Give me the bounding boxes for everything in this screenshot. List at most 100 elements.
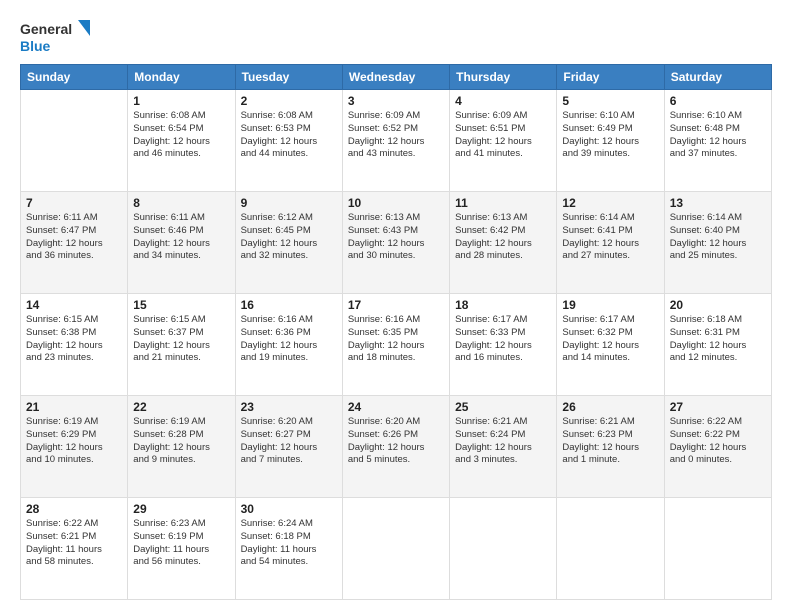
day-number: 20 xyxy=(670,298,766,312)
day-number: 30 xyxy=(241,502,337,516)
calendar-week-row: 28 Sunrise: 6:22 AM Sunset: 6:21 PM Dayli… xyxy=(21,498,772,600)
day-info: Sunrise: 6:15 AM Sunset: 6:38 PM Dayligh… xyxy=(26,314,122,365)
calendar-cell: 26Sunrise: 6:21 AM Sunset: 6:23 PM Dayli… xyxy=(557,396,664,498)
day-info: Sunrise: 6:13 AM Sunset: 6:42 PM Dayligh… xyxy=(455,212,551,263)
day-number: 3 xyxy=(348,94,444,108)
day-number: 22 xyxy=(133,400,229,414)
calendar-cell: 16 Sunrise: 6:16 AM Sunset: 6:36 PM Dayli… xyxy=(235,294,342,396)
day-number: 17 xyxy=(348,298,444,312)
svg-text:General: General xyxy=(20,21,72,37)
day-info: Sunrise: 6:14 AM Sunset: 6:41 PM Dayligh… xyxy=(562,212,658,263)
day-number: 28 xyxy=(26,502,122,516)
calendar-cell xyxy=(342,498,449,600)
day-info: Sunrise: 6:16 AM Sunset: 6:36 PM Dayligh… xyxy=(241,314,337,365)
calendar-week-row: 21 Sunrise: 6:19 AM Sunset: 6:29 PM Dayli… xyxy=(21,396,772,498)
page: General Blue SundayMondayTuesdayWednesda… xyxy=(0,0,792,612)
calendar-cell: 7Sunrise: 6:11 AM Sunset: 6:47 PM Daylig… xyxy=(21,192,128,294)
calendar-cell: 27 Sunrise: 6:22 AM Sunset: 6:22 PM Dayli… xyxy=(664,396,771,498)
weekday-header-saturday: Saturday xyxy=(664,65,771,90)
day-info: Sunrise: 6:16 AM Sunset: 6:35 PM Dayligh… xyxy=(348,314,444,365)
day-info: Sunrise: 6:13 AM Sunset: 6:43 PM Dayligh… xyxy=(348,212,444,263)
day-number: 19 xyxy=(562,298,658,312)
weekday-header-wednesday: Wednesday xyxy=(342,65,449,90)
calendar-week-row: 14 Sunrise: 6:15 AM Sunset: 6:38 PM Dayli… xyxy=(21,294,772,396)
day-info: Sunrise: 6:09 AM Sunset: 6:52 PM Dayligh… xyxy=(348,110,444,161)
day-number: 24 xyxy=(348,400,444,414)
calendar-cell: 5 Sunrise: 6:10 AM Sunset: 6:49 PM Daylig… xyxy=(557,90,664,192)
day-info: Sunrise: 6:22 AM Sunset: 6:21 PM Dayligh… xyxy=(26,518,122,569)
header: General Blue xyxy=(20,16,772,56)
calendar-cell: 6 Sunrise: 6:10 AM Sunset: 6:48 PM Daylig… xyxy=(664,90,771,192)
calendar-cell: 1Sunrise: 6:08 AM Sunset: 6:54 PM Daylig… xyxy=(128,90,235,192)
day-number: 16 xyxy=(241,298,337,312)
calendar-cell: 21 Sunrise: 6:19 AM Sunset: 6:29 PM Dayli… xyxy=(21,396,128,498)
day-info: Sunrise: 6:20 AM Sunset: 6:27 PM Dayligh… xyxy=(241,416,337,467)
calendar-cell: 30 Sunrise: 6:24 AM Sunset: 6:18 PM Dayli… xyxy=(235,498,342,600)
calendar-cell: 13 Sunrise: 6:14 AM Sunset: 6:40 PM Dayli… xyxy=(664,192,771,294)
day-number: 25 xyxy=(455,400,551,414)
day-info: Sunrise: 6:19 AM Sunset: 6:28 PM Dayligh… xyxy=(133,416,229,467)
day-number: 9 xyxy=(241,196,337,210)
calendar-cell: 20 Sunrise: 6:18 AM Sunset: 6:31 PM Dayli… xyxy=(664,294,771,396)
calendar-cell: 15 Sunrise: 6:15 AM Sunset: 6:37 PM Dayli… xyxy=(128,294,235,396)
day-number: 18 xyxy=(455,298,551,312)
day-info: Sunrise: 6:10 AM Sunset: 6:48 PM Dayligh… xyxy=(670,110,766,161)
calendar-week-row: 1Sunrise: 6:08 AM Sunset: 6:54 PM Daylig… xyxy=(21,90,772,192)
day-info: Sunrise: 6:21 AM Sunset: 6:24 PM Dayligh… xyxy=(455,416,551,467)
day-info: Sunrise: 6:14 AM Sunset: 6:40 PM Dayligh… xyxy=(670,212,766,263)
day-number: 21 xyxy=(26,400,122,414)
weekday-header-thursday: Thursday xyxy=(450,65,557,90)
day-number: 23 xyxy=(241,400,337,414)
calendar-cell xyxy=(450,498,557,600)
calendar-cell: 22 Sunrise: 6:19 AM Sunset: 6:28 PM Dayli… xyxy=(128,396,235,498)
weekday-header-row: SundayMondayTuesdayWednesdayThursdayFrid… xyxy=(21,65,772,90)
day-info: Sunrise: 6:24 AM Sunset: 6:18 PM Dayligh… xyxy=(241,518,337,569)
day-info: Sunrise: 6:15 AM Sunset: 6:37 PM Dayligh… xyxy=(133,314,229,365)
calendar-cell: 17 Sunrise: 6:16 AM Sunset: 6:35 PM Dayli… xyxy=(342,294,449,396)
calendar-cell: 4 Sunrise: 6:09 AM Sunset: 6:51 PM Daylig… xyxy=(450,90,557,192)
day-number: 11 xyxy=(455,196,551,210)
day-info: Sunrise: 6:09 AM Sunset: 6:51 PM Dayligh… xyxy=(455,110,551,161)
day-info: Sunrise: 6:23 AM Sunset: 6:19 PM Dayligh… xyxy=(133,518,229,569)
day-number: 29 xyxy=(133,502,229,516)
calendar-cell: 29 Sunrise: 6:23 AM Sunset: 6:19 PM Dayli… xyxy=(128,498,235,600)
calendar-cell: 12Sunrise: 6:14 AM Sunset: 6:41 PM Dayli… xyxy=(557,192,664,294)
day-info: Sunrise: 6:20 AM Sunset: 6:26 PM Dayligh… xyxy=(348,416,444,467)
calendar-cell: 10Sunrise: 6:13 AM Sunset: 6:43 PM Dayli… xyxy=(342,192,449,294)
calendar-week-row: 7Sunrise: 6:11 AM Sunset: 6:47 PM Daylig… xyxy=(21,192,772,294)
day-number: 5 xyxy=(562,94,658,108)
weekday-header-monday: Monday xyxy=(128,65,235,90)
calendar-cell xyxy=(664,498,771,600)
calendar-table: SundayMondayTuesdayWednesdayThursdayFrid… xyxy=(20,64,772,600)
day-info: Sunrise: 6:19 AM Sunset: 6:29 PM Dayligh… xyxy=(26,416,122,467)
day-info: Sunrise: 6:11 AM Sunset: 6:46 PM Dayligh… xyxy=(133,212,229,263)
logo-svg: General Blue xyxy=(20,16,90,56)
calendar-cell: 8 Sunrise: 6:11 AM Sunset: 6:46 PM Daylig… xyxy=(128,192,235,294)
day-number: 27 xyxy=(670,400,766,414)
day-number: 6 xyxy=(670,94,766,108)
day-info: Sunrise: 6:08 AM Sunset: 6:54 PM Dayligh… xyxy=(133,110,229,161)
day-info: Sunrise: 6:17 AM Sunset: 6:33 PM Dayligh… xyxy=(455,314,551,365)
weekday-header-friday: Friday xyxy=(557,65,664,90)
day-info: Sunrise: 6:22 AM Sunset: 6:22 PM Dayligh… xyxy=(670,416,766,467)
calendar-cell: 25 Sunrise: 6:21 AM Sunset: 6:24 PM Dayli… xyxy=(450,396,557,498)
day-number: 13 xyxy=(670,196,766,210)
calendar-cell: 19 Sunrise: 6:17 AM Sunset: 6:32 PM Dayli… xyxy=(557,294,664,396)
day-info: Sunrise: 6:18 AM Sunset: 6:31 PM Dayligh… xyxy=(670,314,766,365)
day-number: 2 xyxy=(241,94,337,108)
day-number: 8 xyxy=(133,196,229,210)
day-info: Sunrise: 6:12 AM Sunset: 6:45 PM Dayligh… xyxy=(241,212,337,263)
svg-text:Blue: Blue xyxy=(20,38,51,54)
day-number: 15 xyxy=(133,298,229,312)
calendar-cell xyxy=(21,90,128,192)
calendar-cell: 18 Sunrise: 6:17 AM Sunset: 6:33 PM Dayli… xyxy=(450,294,557,396)
calendar-cell xyxy=(557,498,664,600)
calendar-cell: 14 Sunrise: 6:15 AM Sunset: 6:38 PM Dayli… xyxy=(21,294,128,396)
day-number: 4 xyxy=(455,94,551,108)
day-info: Sunrise: 6:17 AM Sunset: 6:32 PM Dayligh… xyxy=(562,314,658,365)
calendar-cell: 2Sunrise: 6:08 AM Sunset: 6:53 PM Daylig… xyxy=(235,90,342,192)
day-number: 14 xyxy=(26,298,122,312)
day-info: Sunrise: 6:10 AM Sunset: 6:49 PM Dayligh… xyxy=(562,110,658,161)
calendar-cell: 3 Sunrise: 6:09 AM Sunset: 6:52 PM Daylig… xyxy=(342,90,449,192)
day-info: Sunrise: 6:11 AM Sunset: 6:47 PM Dayligh… xyxy=(26,212,122,263)
